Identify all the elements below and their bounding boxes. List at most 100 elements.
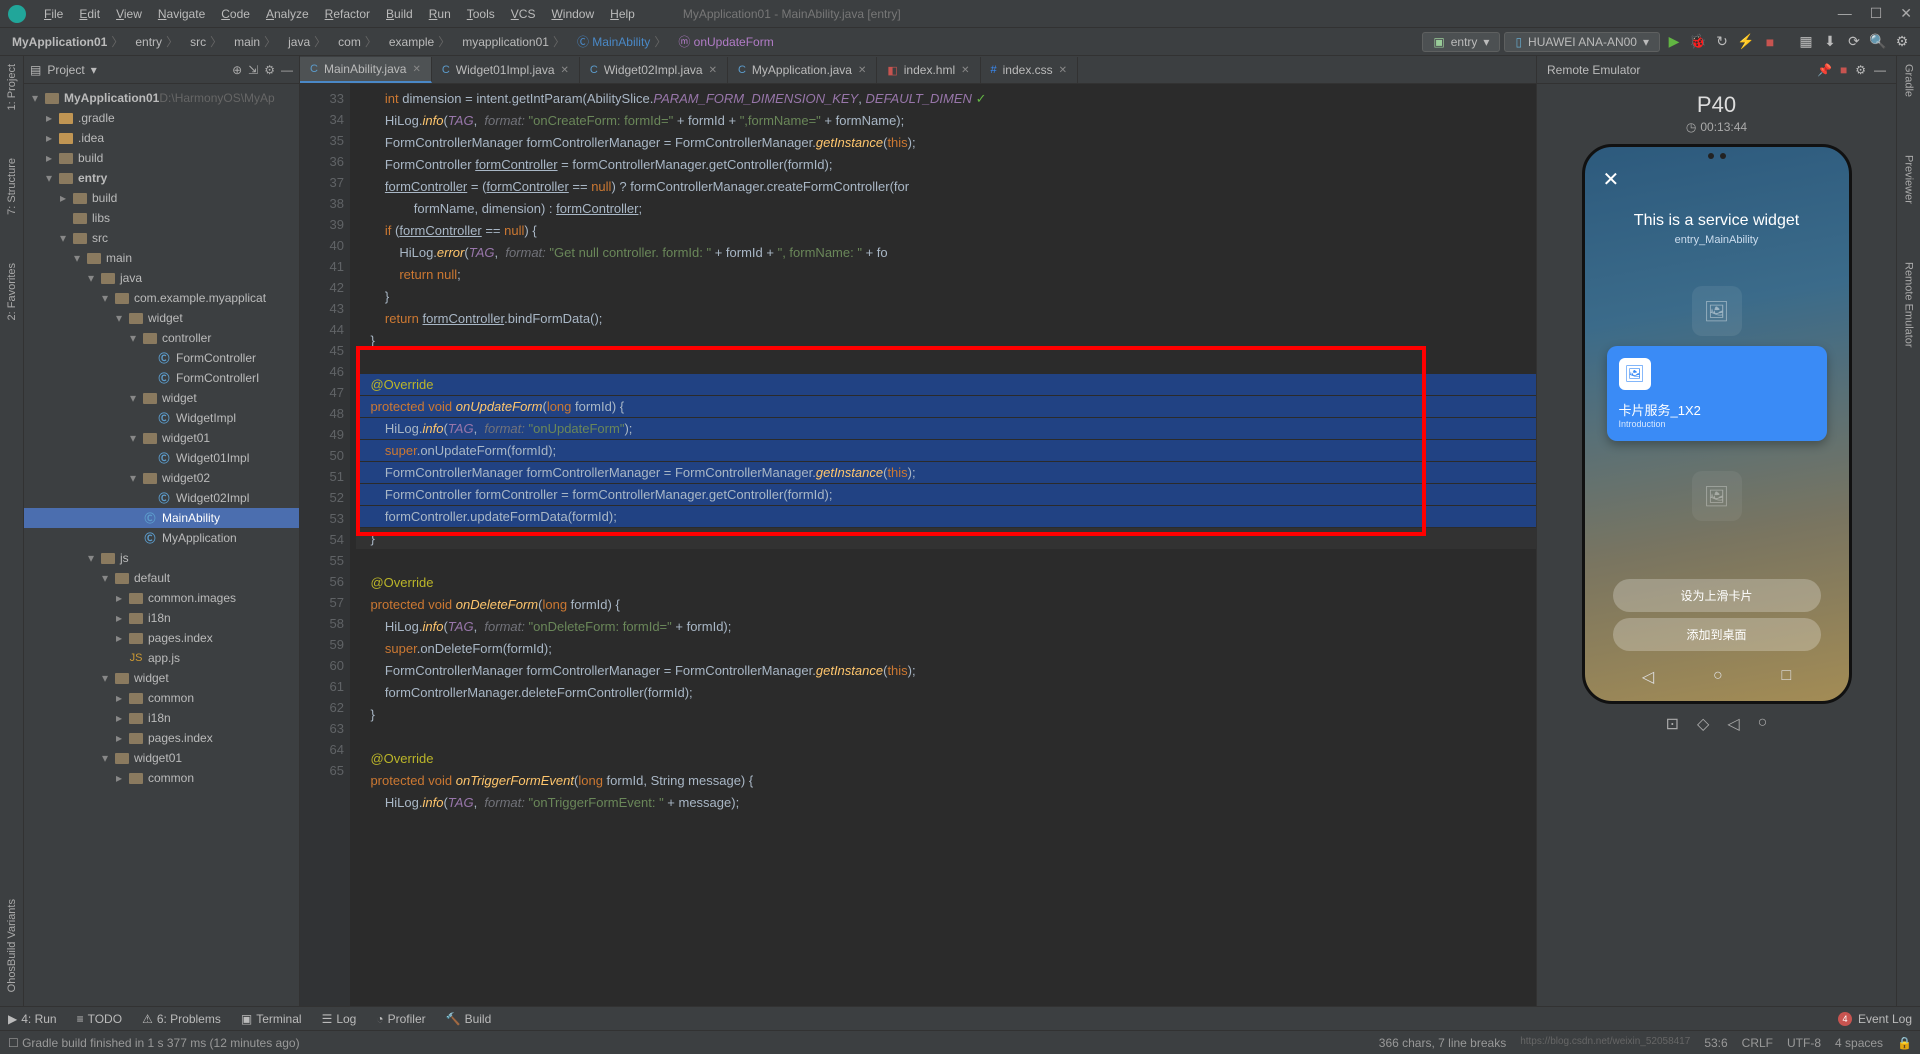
caret-position[interactable]: 53:6 bbox=[1704, 1036, 1727, 1050]
tab-todo[interactable]: ≡ TODO bbox=[77, 1012, 122, 1026]
tree-node[interactable]: ⒸFormControllerI bbox=[24, 368, 299, 388]
settings-icon[interactable]: ⚙ bbox=[1892, 32, 1912, 52]
stop-emulator-icon[interactable]: ■ bbox=[1840, 63, 1847, 77]
tab-build[interactable]: 🔨 Build bbox=[446, 1012, 492, 1026]
menu-run[interactable]: Run bbox=[421, 7, 459, 21]
tree-node[interactable]: ▾com.example.myapplicat bbox=[24, 288, 299, 308]
tree-node[interactable]: ▸.gradle bbox=[24, 108, 299, 128]
editor-tab[interactable]: CMyApplication.java✕ bbox=[728, 57, 877, 83]
tree-node[interactable]: JSapp.js bbox=[24, 648, 299, 668]
editor-tab[interactable]: CMainAbility.java✕ bbox=[300, 57, 432, 83]
tree-node[interactable]: ⒸMyApplication bbox=[24, 528, 299, 548]
tree-node[interactable]: ▸build bbox=[24, 148, 299, 168]
breadcrumb-item[interactable]: entry〉 bbox=[131, 33, 186, 50]
tab-favorites[interactable]: 2: Favorites bbox=[6, 259, 18, 324]
sync-icon[interactable]: ⟳ bbox=[1844, 32, 1864, 52]
menu-build[interactable]: Build bbox=[378, 7, 421, 21]
tab-profiler[interactable]: ◔ Profiler bbox=[376, 1012, 425, 1026]
emulator-settings-icon[interactable]: ⚙ bbox=[1855, 63, 1866, 77]
breadcrumb-class[interactable]: Ⓒ MainAbility〉 bbox=[573, 33, 674, 50]
project-panel-title[interactable]: Project bbox=[47, 63, 84, 77]
tab-problems[interactable]: ⚠ 6: Problems bbox=[142, 1012, 221, 1026]
tab-structure[interactable]: 7: Structure bbox=[6, 154, 18, 219]
encoding[interactable]: UTF-8 bbox=[1787, 1036, 1821, 1050]
menu-help[interactable]: Help bbox=[602, 7, 643, 21]
project-tree[interactable]: ▾MyApplication01 D:\HarmonyOS\MyAp▸.grad… bbox=[24, 84, 299, 1006]
tree-node[interactable]: ▸i18n bbox=[24, 708, 299, 728]
debug-icon[interactable]: 🐞 bbox=[1688, 32, 1708, 52]
device-dropdown[interactable]: ▯HUAWEI ANA-AN00▾ bbox=[1504, 32, 1660, 52]
set-swipe-card-button[interactable]: 设为上滑卡片 bbox=[1613, 579, 1821, 612]
tree-node[interactable]: ⒸWidget02Impl bbox=[24, 488, 299, 508]
breadcrumb-item[interactable]: myapplication01〉 bbox=[458, 33, 573, 50]
tree-node[interactable]: ▾controller bbox=[24, 328, 299, 348]
hide-emulator-icon[interactable]: — bbox=[1874, 63, 1886, 77]
tree-node[interactable]: ▾widget01 bbox=[24, 748, 299, 768]
tree-node[interactable]: ▸pages.index bbox=[24, 728, 299, 748]
breadcrumb-item[interactable]: src〉 bbox=[186, 33, 230, 50]
nav-back-icon[interactable]: ◁ bbox=[1642, 667, 1654, 687]
menu-navigate[interactable]: Navigate bbox=[150, 7, 213, 21]
panel-settings-icon[interactable]: ⚙ bbox=[264, 63, 275, 77]
lock-icon[interactable]: 🔒 bbox=[1897, 1036, 1912, 1050]
tree-node[interactable]: ▾entry bbox=[24, 168, 299, 188]
sdk-icon[interactable]: ⬇ bbox=[1820, 32, 1840, 52]
close-window-icon[interactable]: ✕ bbox=[1900, 5, 1912, 22]
tree-node[interactable]: ⒸMainAbility bbox=[24, 508, 299, 528]
tree-node[interactable]: libs bbox=[24, 208, 299, 228]
menu-vcs[interactable]: VCS bbox=[503, 7, 544, 21]
editor-tab[interactable]: #index.css✕ bbox=[981, 57, 1079, 83]
breadcrumb-item[interactable]: main〉 bbox=[230, 33, 284, 50]
widget-close-icon[interactable]: ✕ bbox=[1603, 167, 1841, 192]
menu-tools[interactable]: Tools bbox=[459, 7, 503, 21]
tree-node[interactable]: ▾default bbox=[24, 568, 299, 588]
tab-log[interactable]: ☰ Log bbox=[322, 1012, 357, 1026]
profile-icon[interactable]: ⚡ bbox=[1736, 32, 1756, 52]
minimize-icon[interactable]: — bbox=[1838, 5, 1852, 22]
menu-edit[interactable]: Edit bbox=[71, 7, 108, 21]
search-icon[interactable]: 🔍 bbox=[1868, 32, 1888, 52]
tab-build-variants[interactable]: OhosBuild Variants bbox=[6, 895, 18, 996]
tab-previewer[interactable]: Previewer bbox=[1903, 151, 1915, 208]
tree-node[interactable]: ▾widget bbox=[24, 668, 299, 688]
menu-window[interactable]: Window bbox=[543, 7, 602, 21]
tree-node[interactable]: ▾main bbox=[24, 248, 299, 268]
coverage-icon[interactable]: ↻ bbox=[1712, 32, 1732, 52]
nav-home-icon[interactable]: ○ bbox=[1713, 667, 1723, 687]
tree-node[interactable]: ▾js bbox=[24, 548, 299, 568]
breadcrumb-item[interactable]: example〉 bbox=[385, 33, 458, 50]
tree-node[interactable]: ▾widget02 bbox=[24, 468, 299, 488]
stop-icon[interactable]: ■ bbox=[1760, 32, 1780, 52]
tree-node[interactable]: ▸common.images bbox=[24, 588, 299, 608]
tree-node[interactable]: ⒸFormController bbox=[24, 348, 299, 368]
breadcrumb-method[interactable]: ⓜ onUpdateForm bbox=[674, 33, 777, 50]
run-icon[interactable]: ▶ bbox=[1664, 32, 1684, 52]
tree-node[interactable]: ⒸWidget01Impl bbox=[24, 448, 299, 468]
nav-recent-icon[interactable]: □ bbox=[1781, 667, 1791, 687]
pin-icon[interactable]: 📌 bbox=[1817, 63, 1832, 77]
editor-tab[interactable]: CWidget02Impl.java✕ bbox=[580, 57, 728, 83]
emu-home-icon[interactable]: ○ bbox=[1758, 714, 1768, 734]
avd-icon[interactable]: ▦ bbox=[1796, 32, 1816, 52]
tree-node[interactable]: ▾MyApplication01 D:\HarmonyOS\MyAp bbox=[24, 88, 299, 108]
tree-node[interactable]: ▾widget bbox=[24, 308, 299, 328]
tab-remote-emulator[interactable]: Remote Emulator bbox=[1903, 258, 1915, 352]
tree-node[interactable]: ▸build bbox=[24, 188, 299, 208]
tab-terminal[interactable]: ▣ Terminal bbox=[241, 1012, 302, 1026]
editor-tab[interactable]: ◧index.hml✕ bbox=[877, 57, 980, 83]
add-to-desktop-button[interactable]: 添加到桌面 bbox=[1613, 618, 1821, 651]
widget-card[interactable]: 🖼 卡片服务_1X2 Introduction bbox=[1607, 346, 1827, 441]
hide-panel-icon[interactable]: — bbox=[281, 63, 293, 77]
tree-node[interactable]: ▸pages.index bbox=[24, 628, 299, 648]
tree-node[interactable]: ▾widget bbox=[24, 388, 299, 408]
breadcrumb-item[interactable]: java〉 bbox=[284, 33, 334, 50]
menu-code[interactable]: Code bbox=[213, 7, 258, 21]
emu-rotate-icon[interactable]: ◇ bbox=[1697, 714, 1709, 734]
tab-run[interactable]: ▶ 4: Run bbox=[8, 1012, 57, 1026]
tree-node[interactable]: ▸i18n bbox=[24, 608, 299, 628]
tree-node[interactable]: ▸.idea bbox=[24, 128, 299, 148]
collapse-all-icon[interactable]: ⇲ bbox=[248, 63, 258, 77]
scroll-from-source-icon[interactable]: ⊕ bbox=[232, 63, 242, 77]
editor-tab[interactable]: CWidget01Impl.java✕ bbox=[432, 57, 580, 83]
tab-gradle[interactable]: Gradle bbox=[1903, 60, 1915, 101]
